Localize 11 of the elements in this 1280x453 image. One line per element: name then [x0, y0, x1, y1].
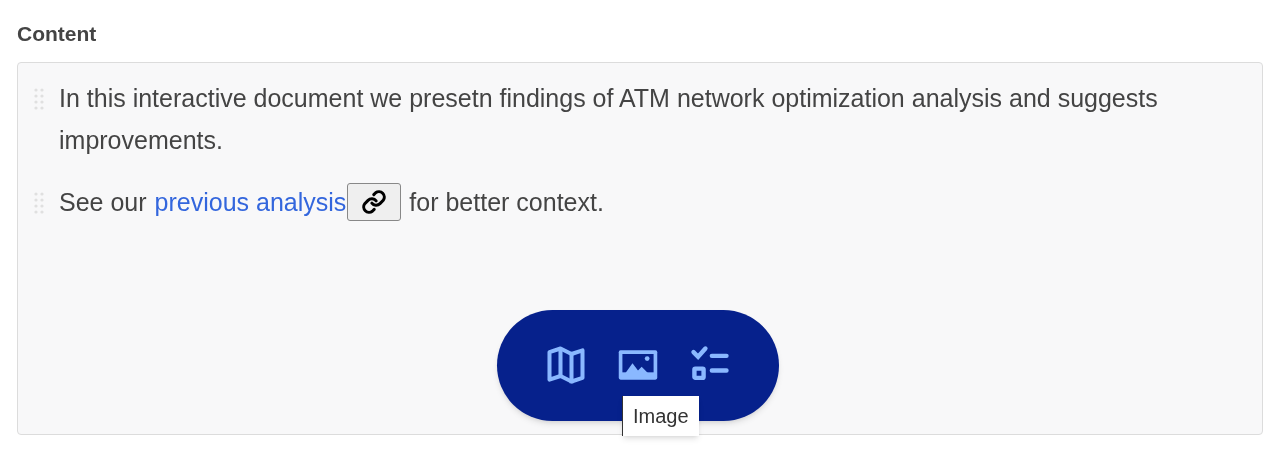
paragraph: In this interactive document we presetn findings of ATM network optimization analysis and suggests improvements. — [59, 82, 1159, 156]
link[interactable]: previous analysis — [154, 180, 347, 223]
tooltip: Image — [622, 395, 699, 436]
link-icon — [361, 188, 388, 215]
map-icon[interactable] — [544, 343, 588, 387]
text: See our — [59, 186, 147, 218]
drag-handle-icon[interactable] — [33, 86, 45, 111]
section-title: Content — [17, 21, 97, 47]
text: for better context. — [409, 186, 604, 218]
drag-handle-icon[interactable] — [33, 190, 45, 215]
link-button[interactable] — [347, 182, 402, 221]
